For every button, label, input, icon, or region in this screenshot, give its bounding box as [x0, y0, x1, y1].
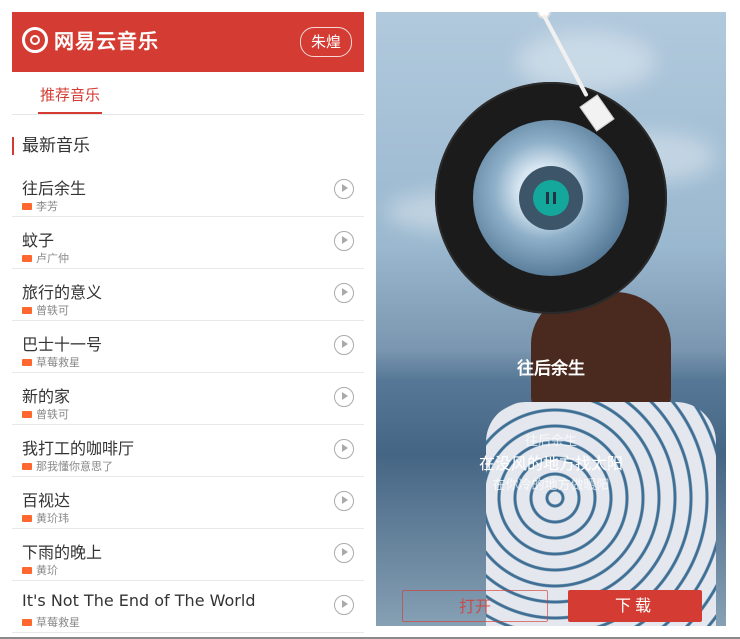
now-playing-title: 往后余生 [517, 359, 585, 379]
pause-icon[interactable] [533, 180, 569, 216]
song-title: 蚊子 [22, 231, 55, 250]
song-title: It's Not The End of The World [22, 591, 256, 610]
brand-name: 网易云音乐 [54, 29, 159, 53]
song-artist: 曾轶可 [36, 408, 69, 421]
song-row[interactable]: 巴士十一号 草莓救星 [12, 321, 364, 373]
song-title: 巴士十一号 [22, 335, 103, 354]
sq-icon [22, 462, 32, 470]
play-circle-icon[interactable] [334, 179, 354, 199]
song-artist: 黄玠 [36, 564, 58, 577]
song-artist-row: 黄玠玮 [22, 510, 69, 526]
song-title: 旅行的意义 [22, 283, 103, 302]
play-circle-icon[interactable] [334, 387, 354, 407]
song-row[interactable]: It's Not The End of The World 草莓救星 [12, 581, 364, 633]
song-row[interactable]: 旅行的意义 曾轶可 [12, 269, 364, 321]
sq-icon [22, 514, 32, 522]
tonearm-icon [537, 12, 615, 132]
sq-icon [22, 410, 32, 418]
song-artist-row: 黄玠 [22, 562, 58, 578]
player-screen: 往后余生 往后余生 在没风的地方找太阳 在你冷的地方做暖阳 打开 下载 [376, 12, 726, 626]
song-artist-row: 草莓救星 [22, 354, 80, 370]
song-list-screen: 网易云音乐 朱煌 推荐音乐 最新音乐 往后余生 李芳 蚊子 卢广仲 旅行的意义 … [12, 12, 364, 633]
song-title: 下雨的晚上 [22, 543, 103, 562]
song-title: 往后余生 [22, 179, 87, 198]
song-row[interactable]: 往后余生 李芳 [12, 165, 364, 217]
open-app-button[interactable]: 打开 [402, 590, 548, 622]
lyric-next: 在你冷的地方做暖阳 [492, 478, 610, 493]
play-circle-icon[interactable] [334, 543, 354, 563]
section-title: 最新音乐 [12, 135, 364, 157]
sq-icon [22, 254, 32, 262]
song-artist-row: 草莓救星 [22, 614, 80, 630]
song-row[interactable]: 新的家 曾轶可 [12, 373, 364, 425]
song-title: 新的家 [22, 387, 71, 406]
tonearm-arm [542, 14, 589, 98]
song-row[interactable]: 百视达 黄玠玮 [12, 477, 364, 529]
song-artist: 卢广仲 [36, 252, 69, 265]
song-artist-row: 曾轶可 [22, 406, 69, 422]
brand-logo[interactable]: 网易云音乐 [22, 25, 159, 54]
sq-icon [22, 618, 32, 626]
song-artist-row: 那我懂你意思了 [22, 458, 113, 474]
song-list: 往后余生 李芳 蚊子 卢广仲 旅行的意义 曾轶可 巴士十一号 草莓救星 新的家 … [12, 165, 364, 633]
song-artist: 李芳 [36, 200, 58, 213]
song-artist-row: 曾轶可 [22, 302, 69, 318]
lyric-current: 在没风的地方找太阳 [478, 454, 623, 473]
netease-music-logo-icon [22, 26, 48, 53]
song-artist-row: 李芳 [22, 198, 58, 214]
play-circle-icon[interactable] [334, 231, 354, 251]
song-artist: 那我懂你意思了 [36, 460, 113, 473]
song-artist: 黄玠玮 [36, 512, 69, 525]
song-title: 我打工的咖啡厅 [22, 439, 135, 458]
sq-icon [22, 358, 32, 366]
song-artist: 曾轶可 [36, 304, 69, 317]
song-artist: 草莓救星 [36, 616, 80, 629]
download-button[interactable]: 下载 [568, 590, 702, 622]
song-row[interactable]: 蚊子 卢广仲 [12, 217, 364, 269]
play-circle-icon[interactable] [334, 595, 354, 615]
user-button[interactable]: 朱煌 [299, 27, 352, 57]
song-artist-row: 卢广仲 [22, 250, 69, 266]
song-row[interactable]: 我打工的咖啡厅 那我懂你意思了 [12, 425, 364, 477]
lyric-previous: 往后余生 [524, 434, 577, 449]
song-title: 百视达 [22, 491, 71, 510]
song-artist: 草莓救星 [36, 356, 80, 369]
play-circle-icon[interactable] [334, 283, 354, 303]
sq-icon [22, 202, 32, 210]
sq-icon [22, 566, 32, 574]
play-circle-icon[interactable] [334, 491, 354, 511]
sq-icon [22, 306, 32, 314]
play-circle-icon[interactable] [334, 335, 354, 355]
app-header: 网易云音乐 朱煌 [12, 12, 364, 72]
play-circle-icon[interactable] [334, 439, 354, 459]
tab-recommended-music[interactable]: 推荐音乐 [37, 84, 103, 114]
tab-bar: 推荐音乐 [12, 72, 364, 115]
song-row[interactable]: 下雨的晚上 黄玠 [12, 529, 364, 581]
